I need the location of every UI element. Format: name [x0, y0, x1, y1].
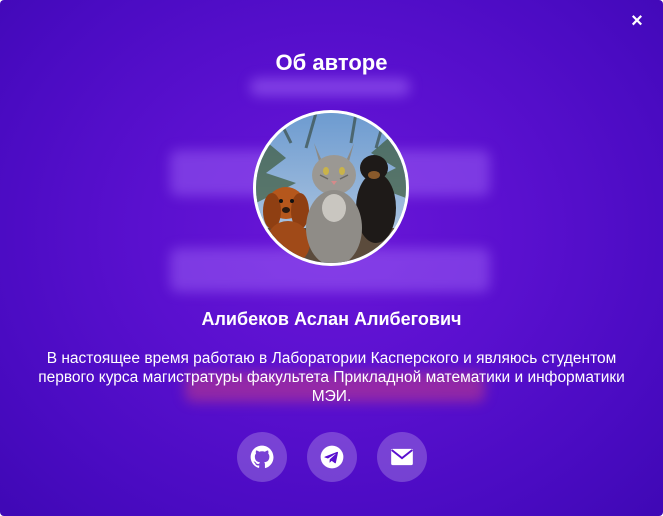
about-author-modal: × Об авторе Алибеков Аслан Алибегович В … [0, 0, 663, 516]
modal-title: Об авторе [275, 50, 388, 75]
email-button[interactable] [376, 432, 427, 482]
avatar [253, 110, 409, 266]
telegram-icon [320, 445, 343, 469]
avatar-image [256, 113, 406, 263]
github-icon [250, 445, 273, 469]
github-button[interactable] [236, 432, 287, 482]
author-name: Алибеков Аслан Алибегович [201, 309, 462, 329]
author-bio: В настоящее время работаю в Лаборатории … [38, 350, 625, 405]
mail-icon [390, 448, 413, 466]
background-blur [250, 78, 410, 96]
close-icon[interactable]: × [627, 11, 647, 31]
telegram-button[interactable] [306, 432, 357, 482]
social-links [0, 432, 663, 482]
